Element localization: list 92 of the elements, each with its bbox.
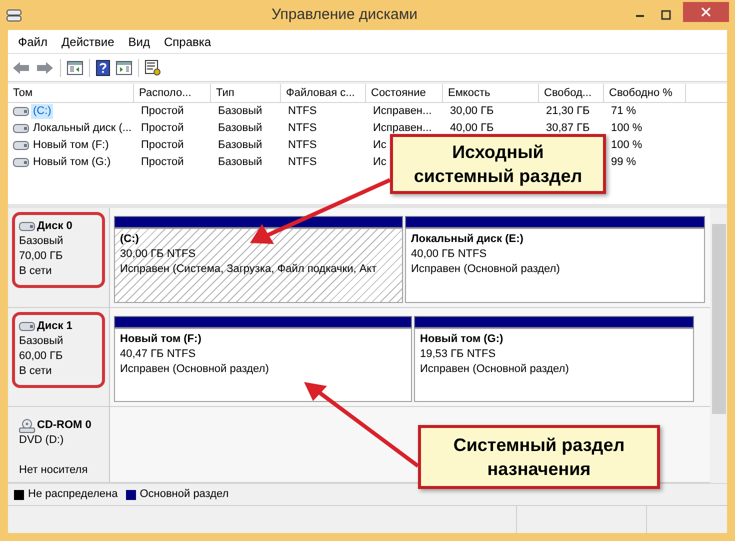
partition-box[interactable]: Новый том (G:) 19,53 ГБ NTFS Исправен (Основной раздел) bbox=[414, 328, 694, 402]
disk-name: Диск 1 bbox=[37, 318, 72, 334]
console-pane-icon[interactable] bbox=[67, 60, 83, 74]
table-cell-text: 100 % bbox=[610, 121, 644, 136]
volume-name[interactable]: Новый том (F:) bbox=[31, 138, 111, 153]
menu-item[interactable]: Файл bbox=[18, 32, 48, 50]
table-cell-text: Простой bbox=[140, 121, 185, 136]
partition-status: Исправен (Основной раздел) bbox=[120, 362, 270, 377]
disk-name: Диск 0 bbox=[37, 219, 72, 234]
drive-icon bbox=[19, 222, 35, 231]
disc-drive-icon bbox=[19, 418, 35, 433]
callout-text: назначения bbox=[487, 458, 591, 481]
table-cell-text: 40,00 ГБ bbox=[449, 121, 495, 136]
disk-status: В сети bbox=[19, 264, 53, 279]
drive-icon bbox=[13, 107, 29, 116]
partition-status: Исправен (Основной раздел) bbox=[411, 262, 561, 277]
drive-icon bbox=[19, 322, 35, 331]
disk-type: DVD (D:) bbox=[19, 433, 65, 448]
partition-size: 19,53 ГБ NTFS bbox=[420, 346, 497, 362]
partition-label: Новый том (G:) bbox=[420, 332, 504, 347]
legend-label: Не распределена bbox=[28, 487, 118, 502]
scrollbar[interactable] bbox=[710, 208, 727, 483]
partition-size: 30,00 ГБ NTFS bbox=[120, 247, 197, 262]
menu-item[interactable]: Действие bbox=[62, 32, 114, 50]
drive-icon bbox=[13, 124, 29, 133]
table-cell-text: 71 % bbox=[610, 104, 638, 119]
table-cell-text: Простой bbox=[140, 155, 185, 170]
volume-name[interactable]: Локальный диск (... bbox=[31, 121, 134, 136]
partition-label: (C:) bbox=[120, 232, 140, 247]
drive-icon bbox=[13, 141, 29, 150]
properties-icon[interactable] bbox=[145, 60, 161, 76]
table-cell-text: NTFS bbox=[287, 138, 318, 153]
table-cell-text: Базовый bbox=[217, 104, 264, 119]
callout-text: Системный раздел bbox=[453, 434, 625, 457]
close-icon bbox=[701, 7, 711, 17]
forward-arrow-icon[interactable] bbox=[36, 60, 54, 74]
volume-name[interactable]: Новый том (G:) bbox=[31, 155, 113, 170]
partition-box[interactable]: Новый том (F:) 40,47 ГБ NTFS Исправен (Основной раздел) bbox=[114, 328, 412, 402]
column-header[interactable]: Тип bbox=[211, 84, 281, 102]
partition-status: Исправен (Основной раздел) bbox=[420, 362, 570, 377]
table-cell-text: 30,87 ГБ bbox=[545, 121, 591, 136]
partition-size: 40,47 ГБ NTFS bbox=[120, 346, 197, 362]
legend-label: Основной раздел bbox=[140, 487, 229, 502]
table-cell-text: NTFS bbox=[287, 104, 318, 119]
disk-status: Нет носителя bbox=[19, 463, 89, 478]
table-cell-text: 100 % bbox=[610, 138, 644, 153]
table-cell-text: Простой bbox=[140, 138, 185, 153]
volume-name[interactable]: (C:) bbox=[31, 104, 54, 119]
column-header[interactable]: Файловая с... bbox=[281, 84, 366, 102]
window-title: Управление дисками bbox=[271, 4, 418, 25]
table-cell-text: Исправен... bbox=[372, 104, 433, 119]
column-header[interactable]: Свобод... bbox=[539, 84, 604, 102]
partition-status: Исправен (Система, Загрузка, Файл подкачки, Акт bbox=[120, 262, 378, 277]
disk-type: Базовый bbox=[19, 234, 64, 249]
back-arrow-icon[interactable] bbox=[12, 60, 30, 74]
column-header[interactable]: Том bbox=[8, 84, 134, 102]
table-cell-text: NTFS bbox=[287, 121, 318, 136]
action-pane-icon[interactable] bbox=[116, 60, 132, 74]
partition-box[interactable]: Локальный диск (E:) 40,00 ГБ NTFS Исправен (Основной раздел) bbox=[405, 228, 705, 303]
table-cell-text: Исправен... bbox=[372, 121, 433, 136]
column-header[interactable]: Располо... bbox=[134, 84, 211, 102]
menu-item[interactable]: Справка bbox=[164, 32, 212, 50]
callout-text: Исходный bbox=[452, 141, 544, 164]
disk-status: В сети bbox=[19, 364, 53, 379]
table-cell-text: Базовый bbox=[217, 121, 264, 136]
table-cell-text: NTFS bbox=[287, 155, 318, 170]
partition-size: 40,00 ГБ NTFS bbox=[411, 247, 488, 262]
column-header[interactable]: Свободно % bbox=[604, 84, 686, 102]
disk-size: 70,00 ГБ bbox=[19, 249, 64, 264]
disk-name: CD-ROM 0 bbox=[37, 418, 92, 434]
maximize-icon bbox=[661, 10, 671, 20]
help-icon[interactable] bbox=[96, 60, 110, 76]
close-button[interactable] bbox=[683, 2, 729, 22]
table-cell-text: 99 % bbox=[610, 155, 638, 170]
disk-type: Базовый bbox=[19, 334, 64, 349]
partition-label: Новый том (F:) bbox=[120, 332, 202, 347]
partition-box[interactable]: (C:) 30,00 ГБ NTFS Исправен (Система, Загрузка, Файл подкачки, Акт bbox=[114, 228, 403, 303]
table-cell-text: Простой bbox=[140, 104, 185, 119]
table-cell-text: Ис bbox=[372, 155, 388, 170]
table-cell-text: 30,00 ГБ bbox=[449, 104, 495, 119]
app-icon bbox=[6, 7, 22, 23]
table-cell-text: Базовый bbox=[217, 138, 264, 153]
column-header[interactable]: Состояние bbox=[366, 84, 443, 102]
table-cell-text: Ис bbox=[372, 138, 388, 153]
callout-text: системный раздел bbox=[414, 165, 582, 188]
drive-icon bbox=[13, 158, 29, 167]
column-header[interactable]: Емкость bbox=[443, 84, 539, 102]
table-cell-text: Базовый bbox=[217, 155, 264, 170]
disk-size: 60,00 ГБ bbox=[19, 348, 64, 364]
table-cell-text: 21,30 ГБ bbox=[545, 104, 591, 119]
menu-item[interactable]: Вид bbox=[128, 32, 150, 50]
partition-label: Локальный диск (E:) bbox=[411, 232, 524, 247]
